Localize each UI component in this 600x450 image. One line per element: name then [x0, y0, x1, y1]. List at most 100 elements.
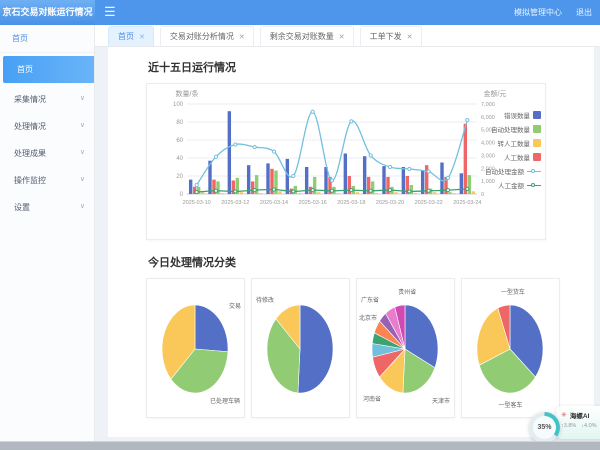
- run-chart-card: 数量/条金额/元02040608010001,0002,0003,0004,00…: [146, 83, 546, 240]
- progress-gauge-value: 35%: [533, 416, 556, 439]
- ai-asterisk-icon: ✳: [561, 411, 567, 419]
- sidebar-item-3[interactable]: 处理成果 ∨: [0, 140, 94, 167]
- pie-chart-row: 交易已处理车辆待修改贵州省广东省北京市河南省天津市一型货车一型客车: [146, 278, 546, 418]
- pie-slice-label: 天津市: [432, 396, 450, 405]
- svg-text:2025-03-24: 2025-03-24: [453, 200, 481, 206]
- legend-square-icon: [533, 111, 541, 119]
- svg-text:2025-03-14: 2025-03-14: [260, 200, 288, 206]
- tab-label: 首页: [118, 31, 134, 42]
- tab-label: 交易对账分析情况: [170, 31, 234, 42]
- ai-assistant-widget[interactable]: ✳ 海螺AI ↑3.8% ↓4.0%: [556, 406, 600, 439]
- svg-text:金额/元: 金额/元: [484, 89, 507, 98]
- window-bottom-band: [0, 441, 600, 450]
- sidebar-item-4[interactable]: 操作监控 ∨: [0, 167, 94, 194]
- tab-bar: 首页 ✕ 交易对账分析情况 ✕ 剩余交易对账数量 ✕ 工单下发 ✕: [95, 25, 600, 47]
- chevron-down-icon: ∨: [80, 202, 85, 210]
- legend-label: 自动处理数量: [491, 124, 530, 134]
- ai-stat-up: ↑3.8%: [561, 423, 576, 429]
- section-title-run-chart: 近十五日运行情况: [148, 59, 546, 75]
- close-icon[interactable]: ✕: [139, 33, 145, 41]
- legend-item-0[interactable]: 错误数量: [504, 110, 541, 120]
- pie-slice-label: 交易: [229, 301, 241, 310]
- pie-slice-label: 待修改: [256, 295, 274, 304]
- sidebar-home-link[interactable]: 首页: [0, 25, 94, 53]
- chevron-down-icon: ∨: [80, 175, 85, 183]
- close-icon[interactable]: ✕: [339, 33, 345, 41]
- legend-square-icon: [533, 125, 541, 133]
- legend-label: 人工金额: [498, 180, 524, 190]
- legend-label: 人工数量: [504, 152, 530, 162]
- sidebar-item-label: 处理情况: [14, 122, 46, 131]
- svg-text:0: 0: [180, 192, 184, 198]
- topbar-links: 模拟管理中心 退出: [514, 0, 592, 25]
- pie-card-1: 待修改: [251, 278, 350, 418]
- tab-1[interactable]: 交易对账分析情况 ✕: [160, 26, 254, 46]
- chevron-down-icon: ∨: [80, 94, 85, 102]
- chevron-down-icon: ∨: [80, 121, 85, 129]
- section-title-pies: 今日处理情况分类: [148, 254, 546, 270]
- topbar-link-1[interactable]: 退出: [576, 7, 592, 18]
- sidebar-menu: 首页采集情况 ∨ 处理情况 ∨ 处理成果 ∨ 操作监控 ∨ 设置 ∨: [0, 56, 94, 221]
- tab-3[interactable]: 工单下发 ✕: [360, 26, 422, 46]
- tab-0[interactable]: 首页 ✕: [108, 26, 154, 46]
- svg-text:40: 40: [176, 156, 183, 162]
- sidebar-item-0[interactable]: 首页: [3, 56, 94, 83]
- pie-slice-label: 一型客车: [498, 400, 522, 409]
- sidebar-item-5[interactable]: 设置 ∨: [0, 194, 94, 221]
- tab-label: 工单下发: [370, 31, 402, 42]
- pie-slice-label: 一型货车: [501, 287, 525, 296]
- pie-card-0: 交易已处理车辆: [146, 278, 245, 418]
- legend-line-icon: [527, 185, 541, 186]
- sidebar-item-label: 操作监控: [14, 176, 46, 185]
- chart-legend: 错误数量自动处理数量转人工数量人工数量自动处理金额人工金额: [485, 110, 541, 190]
- sidebar-item-1[interactable]: 采集情况 ∨: [0, 86, 94, 113]
- topbar-link-0[interactable]: 模拟管理中心: [514, 7, 562, 18]
- menu-toggle-icon[interactable]: ☰: [104, 4, 116, 20]
- pie-slice-label: 已处理车辆: [210, 396, 240, 405]
- tab-label: 剩余交易对账数量: [270, 31, 334, 42]
- ai-stat-down: ↓4.0%: [581, 423, 596, 429]
- ai-widget-name: 海螺AI: [570, 410, 590, 420]
- sidebar-item-label: 首页: [17, 65, 33, 74]
- pie-slice-label: 贵州省: [398, 287, 416, 296]
- legend-line-icon: [527, 171, 541, 172]
- close-icon[interactable]: ✕: [239, 33, 245, 41]
- legend-label: 错误数量: [504, 110, 530, 120]
- app-title: 京石交易对账运行情况: [0, 0, 95, 25]
- svg-text:2025-03-12: 2025-03-12: [221, 200, 249, 206]
- svg-text:7,000: 7,000: [481, 102, 495, 108]
- svg-text:20: 20: [176, 174, 183, 180]
- sidebar-item-label: 处理成果: [14, 149, 46, 158]
- svg-text:2025-03-18: 2025-03-18: [337, 200, 365, 206]
- sidebar: 首页 首页采集情况 ∨ 处理情况 ∨ 处理成果 ∨ 操作监控 ∨ 设置 ∨: [0, 25, 95, 441]
- progress-gauge[interactable]: 35%: [529, 412, 560, 443]
- close-icon[interactable]: ✕: [407, 33, 413, 41]
- legend-item-2[interactable]: 转人工数量: [498, 138, 542, 148]
- legend-item-3[interactable]: 人工数量: [504, 152, 541, 162]
- legend-square-icon: [533, 153, 541, 161]
- legend-item-5[interactable]: 人工金额: [498, 180, 541, 190]
- sidebar-item-label: 设置: [14, 203, 30, 212]
- tab-2[interactable]: 剩余交易对账数量 ✕: [260, 26, 354, 46]
- main-content: 近十五日运行情况 数量/条金额/元02040608010001,0002,000…: [108, 47, 594, 437]
- pie-slice-label: 广东省: [361, 295, 379, 304]
- svg-text:0: 0: [481, 192, 484, 198]
- sidebar-item-2[interactable]: 处理情况 ∨: [0, 113, 94, 140]
- legend-label: 转人工数量: [498, 138, 531, 148]
- svg-text:100: 100: [173, 102, 184, 108]
- sidebar-item-label: 采集情况: [14, 95, 46, 104]
- legend-item-4[interactable]: 自动处理金额: [485, 166, 541, 176]
- legend-item-1[interactable]: 自动处理数量: [491, 124, 541, 134]
- pie-card-3: 一型货车一型客车: [461, 278, 560, 418]
- pie-chart-3[interactable]: [462, 279, 559, 419]
- svg-text:2025-03-22: 2025-03-22: [415, 200, 443, 206]
- pie-slice-label: 北京市: [359, 313, 377, 322]
- legend-label: 自动处理金额: [485, 166, 524, 176]
- legend-square-icon: [533, 139, 541, 147]
- svg-text:2025-03-16: 2025-03-16: [299, 200, 327, 206]
- svg-text:60: 60: [176, 138, 183, 144]
- app-window: 京石交易对账运行情况 ☰ 模拟管理中心退出 首页 首页采集情况∨处理情况∨处理成…: [0, 0, 600, 450]
- svg-text:数量/条: 数量/条: [176, 89, 199, 98]
- chevron-down-icon: ∨: [80, 148, 85, 156]
- topbar: 京石交易对账运行情况 ☰ 模拟管理中心 退出: [0, 0, 600, 25]
